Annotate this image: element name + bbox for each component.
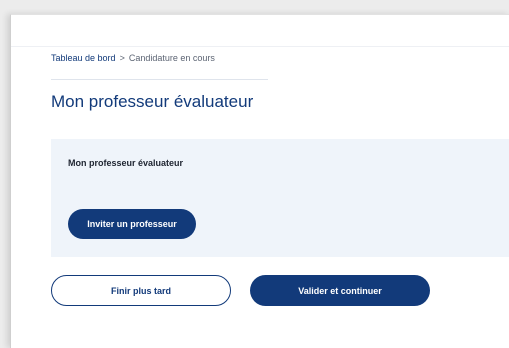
header-divider	[11, 46, 509, 47]
breadcrumb-current: Candidature en cours	[128, 53, 215, 63]
panel-title: Mon professeur évaluateur	[68, 158, 184, 168]
validate-continue-button[interactable]: Valider et continuer	[250, 275, 430, 306]
evaluator-panel: Mon professeur évaluateur Inviter un pro…	[51, 139, 509, 257]
breadcrumb-home-link[interactable]: Tableau de bord	[51, 53, 116, 63]
finish-later-button[interactable]: Finir plus tard	[51, 275, 231, 306]
breadcrumb-separator: >	[119, 53, 125, 63]
invite-professor-button[interactable]: Inviter un professeur	[68, 209, 196, 239]
page-title: Mon professeur évaluateur	[51, 92, 254, 111]
breadcrumb: Tableau de bord > Candidature en cours	[51, 53, 215, 63]
app-window: Tableau de bord > Candidature en cours Mon…	[10, 14, 509, 348]
breadcrumb-divider	[51, 79, 268, 80]
